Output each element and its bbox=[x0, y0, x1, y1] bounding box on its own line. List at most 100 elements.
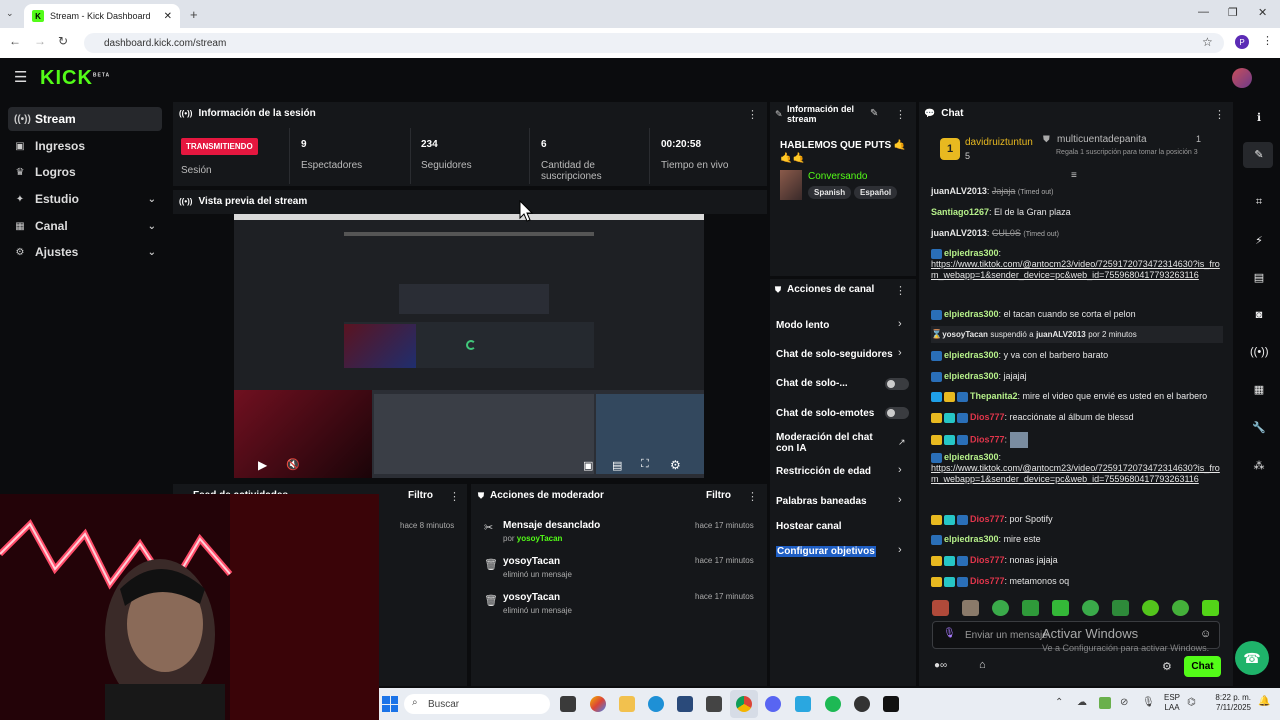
windows-start-icon[interactable] bbox=[382, 696, 398, 712]
action-emotes-only[interactable]: Chat de solo-emotes bbox=[776, 408, 874, 419]
info-icon[interactable]: ℹ bbox=[1250, 111, 1268, 129]
tiktok-icon[interactable] bbox=[883, 696, 899, 712]
minimize-icon[interactable]: — bbox=[1198, 6, 1209, 18]
chat-link[interactable]: https://www.tiktok.com/@antocm23/video/7… bbox=[931, 259, 1220, 280]
action-banned-words[interactable]: Palabras baneadas bbox=[776, 496, 867, 507]
mod-filter-button[interactable]: Filtro bbox=[706, 490, 731, 501]
sidebar-item-ajustes[interactable]: ⚙ Ajustes ⌄ bbox=[8, 240, 162, 264]
bookmark-star-icon[interactable]: ☆ bbox=[1202, 35, 1213, 49]
clipboard-icon[interactable]: ▤ bbox=[1250, 271, 1268, 289]
action-configure-goals[interactable]: Configurar objetivos bbox=[776, 546, 876, 557]
tag-spanish[interactable]: Spanish bbox=[808, 186, 852, 199]
profile-avatar[interactable]: P bbox=[1235, 35, 1249, 49]
emote-icon[interactable] bbox=[1052, 600, 1069, 616]
lightning-icon[interactable]: ⚡ bbox=[1250, 234, 1268, 252]
channel-actions-menu-icon[interactable]: ⋮ bbox=[895, 284, 906, 297]
chevron-up-icon[interactable]: ⌃ bbox=[1055, 697, 1063, 708]
obs-icon[interactable] bbox=[854, 696, 870, 712]
browser-menu-icon[interactable]: ⋮ bbox=[1262, 34, 1273, 47]
user-avatar[interactable] bbox=[1232, 68, 1252, 88]
chat-input-placeholder[interactable]: Enviar un mensaje bbox=[965, 630, 1048, 641]
layout-icon[interactable]: ▦ bbox=[1250, 383, 1268, 401]
emote-icon[interactable] bbox=[1082, 600, 1099, 616]
settings-gear-icon[interactable]: ⚙ bbox=[670, 458, 681, 472]
emote-icon[interactable] bbox=[962, 600, 979, 616]
maximize-icon[interactable]: ❐ bbox=[1228, 6, 1238, 19]
task-view-icon[interactable] bbox=[560, 696, 576, 712]
emote-icon[interactable] bbox=[1172, 600, 1189, 616]
action-slow-mode[interactable]: Modo lento bbox=[776, 320, 829, 331]
emote-icon[interactable] bbox=[932, 600, 949, 616]
action-ai-moderation[interactable]: Moderación del chat con IA bbox=[776, 432, 888, 454]
activity-menu-icon[interactable]: ⋮ bbox=[449, 490, 460, 503]
filter-icon[interactable]: ≡ bbox=[1071, 170, 1077, 181]
network-icon[interactable]: ⁂ bbox=[1250, 459, 1268, 477]
edit-stream-icon[interactable]: ✎ bbox=[870, 108, 878, 119]
spotify-icon[interactable] bbox=[825, 696, 841, 712]
emote-icon[interactable] bbox=[1022, 600, 1039, 616]
url-field[interactable]: dashboard.kick.com/stream bbox=[84, 33, 1224, 53]
sidebar-item-logros[interactable]: ♛ Logros bbox=[8, 160, 162, 184]
emoji-icon[interactable]: ☺ bbox=[1200, 628, 1211, 640]
emote-icon[interactable] bbox=[992, 600, 1009, 616]
chevron-right-icon[interactable]: › bbox=[898, 494, 902, 506]
fullscreen-icon[interactable]: ⛶ bbox=[641, 458, 649, 471]
action-age-restriction[interactable]: Restricción de edad bbox=[776, 466, 871, 477]
mod-menu-icon[interactable]: ⋮ bbox=[747, 490, 758, 503]
edit-icon[interactable]: ✎ bbox=[1250, 148, 1268, 166]
network-icon[interactable]: ⌬ bbox=[1187, 697, 1196, 708]
language-indicator[interactable]: ESP LAA bbox=[1164, 693, 1180, 713]
action-followers-only[interactable]: Chat de solo-seguidores bbox=[776, 349, 893, 360]
close-window-icon[interactable]: ✕ bbox=[1258, 6, 1267, 19]
taskbar-search[interactable]: ⌕ Buscar bbox=[404, 694, 550, 714]
chevron-right-icon[interactable]: › bbox=[898, 318, 902, 330]
action-subscribers-only[interactable]: Chat de solo-... bbox=[776, 378, 848, 389]
chat-menu-icon[interactable]: ⋮ bbox=[1214, 108, 1225, 121]
no-network-icon[interactable]: ⊘ bbox=[1120, 697, 1128, 708]
activity-filter-button[interactable]: Filtro bbox=[408, 490, 433, 501]
forward-icon[interactable]: → bbox=[34, 34, 46, 48]
file-explorer-icon[interactable] bbox=[619, 696, 635, 712]
emotes-only-toggle[interactable] bbox=[885, 407, 909, 419]
emote-icon[interactable] bbox=[1142, 600, 1159, 616]
back-icon[interactable]: ← bbox=[9, 34, 21, 48]
stream-video-preview[interactable] bbox=[234, 214, 704, 478]
store-icon[interactable]: ⌂ bbox=[979, 659, 986, 671]
tag-espanol[interactable]: Español bbox=[854, 186, 898, 199]
emote-icon[interactable] bbox=[1112, 600, 1129, 616]
emote-icon[interactable] bbox=[1202, 600, 1219, 616]
mute-icon[interactable]: 🔇 bbox=[286, 458, 300, 471]
wrench-icon[interactable]: 🔧 bbox=[1250, 421, 1268, 439]
discord-icon[interactable] bbox=[765, 696, 781, 712]
chevron-right-icon[interactable]: › bbox=[898, 544, 902, 556]
chrome-icon[interactable] bbox=[736, 696, 752, 712]
session-menu-icon[interactable]: ⋮ bbox=[747, 108, 758, 121]
reload-icon[interactable]: ↻ bbox=[58, 34, 68, 48]
chat-bubble-icon[interactable]: ◙ bbox=[1250, 309, 1268, 327]
mic-icon[interactable]: 🎙 bbox=[1142, 697, 1155, 708]
chevron-right-icon[interactable]: › bbox=[898, 464, 902, 476]
chat-link[interactable]: https://www.tiktok.com/@antocm23/video/7… bbox=[931, 463, 1220, 484]
new-tab-button[interactable]: + bbox=[190, 7, 198, 22]
send-chat-button[interactable]: Chat bbox=[1184, 656, 1221, 677]
close-tab-icon[interactable]: ✕ bbox=[164, 11, 172, 22]
points-icon[interactable]: ●∞ bbox=[934, 660, 947, 671]
sidebar-item-estudio[interactable]: ✦ Estudio ⌄ bbox=[8, 187, 162, 211]
gift-user[interactable]: multicuentadepanita bbox=[1057, 134, 1147, 145]
app-icon[interactable] bbox=[706, 696, 722, 712]
store-app-icon[interactable] bbox=[677, 696, 693, 712]
tab-list-icon[interactable]: ⌄ bbox=[6, 8, 14, 19]
camera-icon[interactable]: ⌗ bbox=[1250, 196, 1268, 214]
pip-icon[interactable]: ▣ bbox=[583, 459, 593, 472]
chevron-right-icon[interactable]: › bbox=[898, 347, 902, 359]
play-icon[interactable]: ▶ bbox=[258, 458, 267, 472]
hamburger-menu-icon[interactable]: ☰ bbox=[14, 68, 27, 86]
action-host-channel[interactable]: Hostear canal bbox=[776, 521, 842, 532]
kick-logo[interactable]: KICKBETA bbox=[40, 67, 110, 90]
clock[interactable]: 8:22 p. m. 7/11/2025 bbox=[1207, 693, 1251, 713]
theater-icon[interactable]: ▤ bbox=[612, 459, 622, 472]
notifications-icon[interactable]: 🔔 bbox=[1258, 696, 1270, 707]
copilot-icon[interactable] bbox=[590, 696, 606, 712]
subscribers-only-toggle[interactable] bbox=[885, 378, 909, 390]
browser-tab[interactable]: K Stream - Kick Dashboard ✕ bbox=[24, 4, 180, 28]
